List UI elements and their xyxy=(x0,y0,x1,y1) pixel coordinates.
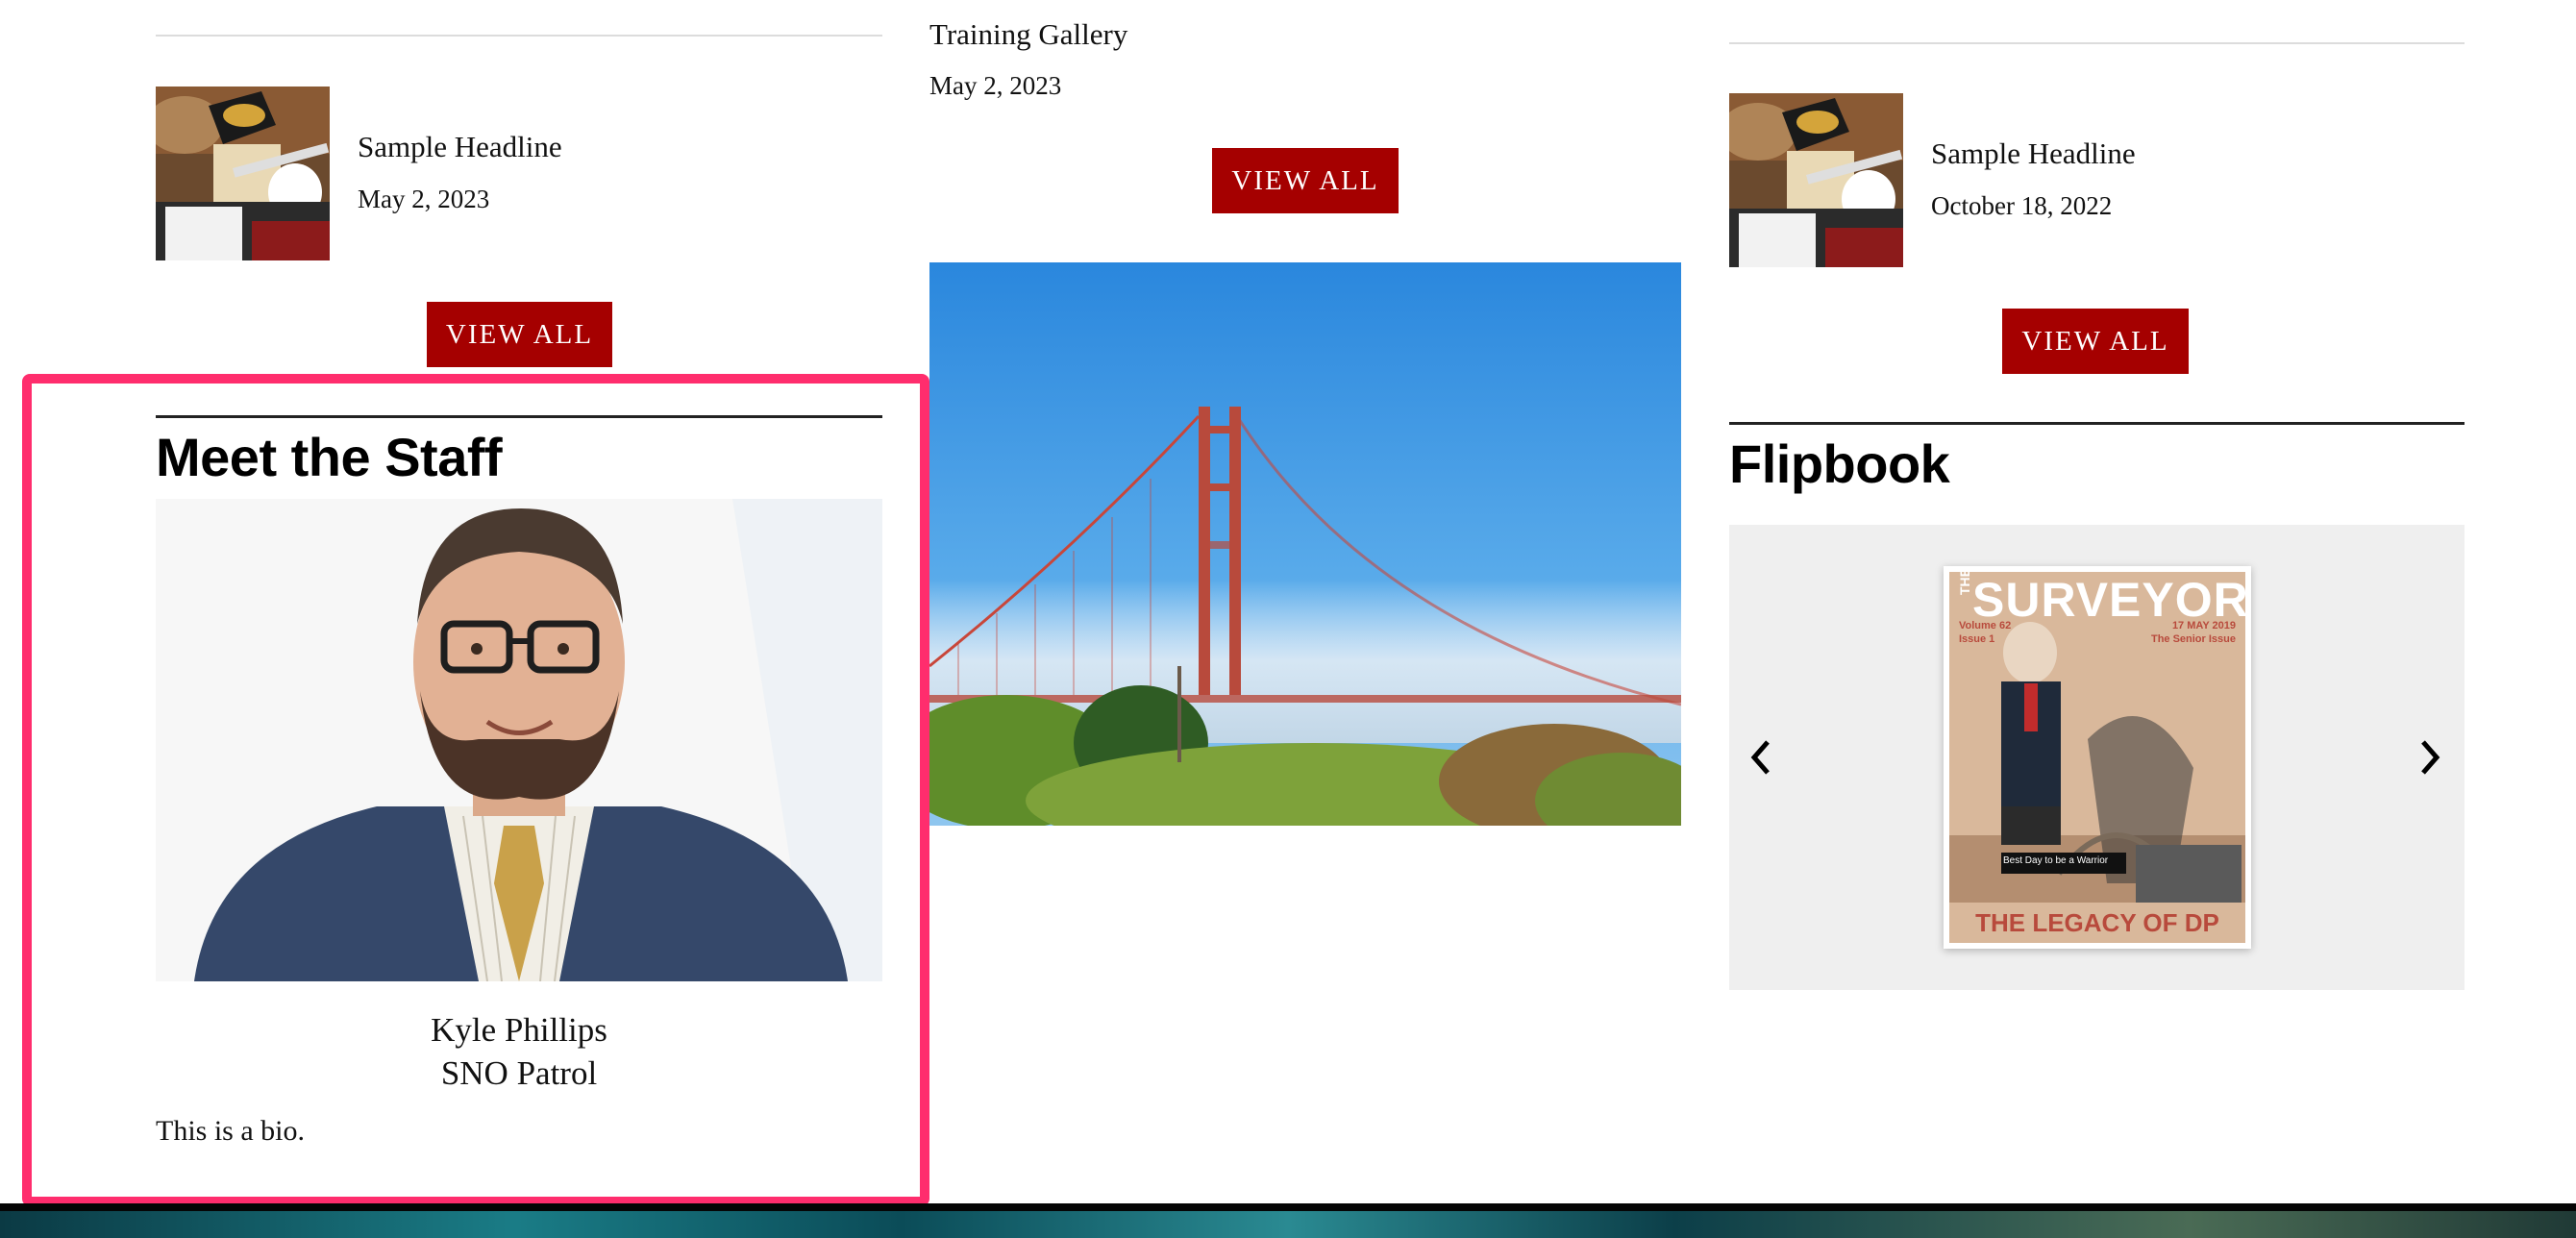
cover-headline: THE LEGACY OF DP xyxy=(1975,908,2219,937)
cover-masthead-small: THE xyxy=(1957,568,1972,595)
cover-date: 17 MAY 2019 xyxy=(2171,620,2236,631)
view-all-button[interactable]: VIEW ALL xyxy=(1212,148,1399,213)
staff-name[interactable]: Kyle Phillips xyxy=(156,1011,882,1050)
view-all-button[interactable]: VIEW ALL xyxy=(2002,309,2189,374)
section-divider xyxy=(1729,422,2465,425)
staff-role: SNO Patrol xyxy=(440,1054,598,1092)
section-divider xyxy=(156,415,882,418)
chevron-right-icon xyxy=(2421,740,2440,775)
cover-issue-name: The Senior Issue xyxy=(2150,633,2236,645)
story-thumbnail[interactable] xyxy=(1729,93,1903,267)
staff-section-title: Meet the Staff xyxy=(156,427,503,487)
cover-issue: Issue 1 xyxy=(1959,633,1995,645)
flipbook-cover[interactable]: THE SURVEYOR Volume 62 Issue 1 17 MAY 20… xyxy=(1944,566,2251,949)
divider xyxy=(156,35,882,37)
story-thumbnail[interactable] xyxy=(156,87,330,260)
cover-sign: Best Day to be a Warrior xyxy=(2003,855,2109,866)
chevron-left-icon xyxy=(1750,740,1770,775)
story-headline[interactable]: Sample Headline xyxy=(1931,136,2136,171)
footer-banner xyxy=(0,1203,2576,1238)
staff-bio: This is a bio. xyxy=(156,1115,305,1147)
next-page-button[interactable] xyxy=(2412,729,2450,786)
gallery-photo[interactable] xyxy=(929,262,1681,826)
previous-page-button[interactable] xyxy=(1741,729,1779,786)
story-date: May 2, 2023 xyxy=(358,185,490,213)
divider xyxy=(1729,42,2465,44)
story-date: October 18, 2022 xyxy=(1931,191,2113,220)
story-headline[interactable]: Sample Headline xyxy=(358,130,562,164)
view-all-button[interactable]: VIEW ALL xyxy=(427,302,612,367)
flipbook-viewer: THE SURVEYOR Volume 62 Issue 1 17 MAY 20… xyxy=(1729,525,2465,990)
gallery-date: May 2, 2023 xyxy=(929,71,1062,100)
cover-volume: Volume 62 xyxy=(1959,620,2012,631)
staff-photo[interactable] xyxy=(156,499,882,981)
gallery-title[interactable]: Training Gallery xyxy=(929,17,1127,52)
flipbook-title: Flipbook xyxy=(1729,433,1950,494)
